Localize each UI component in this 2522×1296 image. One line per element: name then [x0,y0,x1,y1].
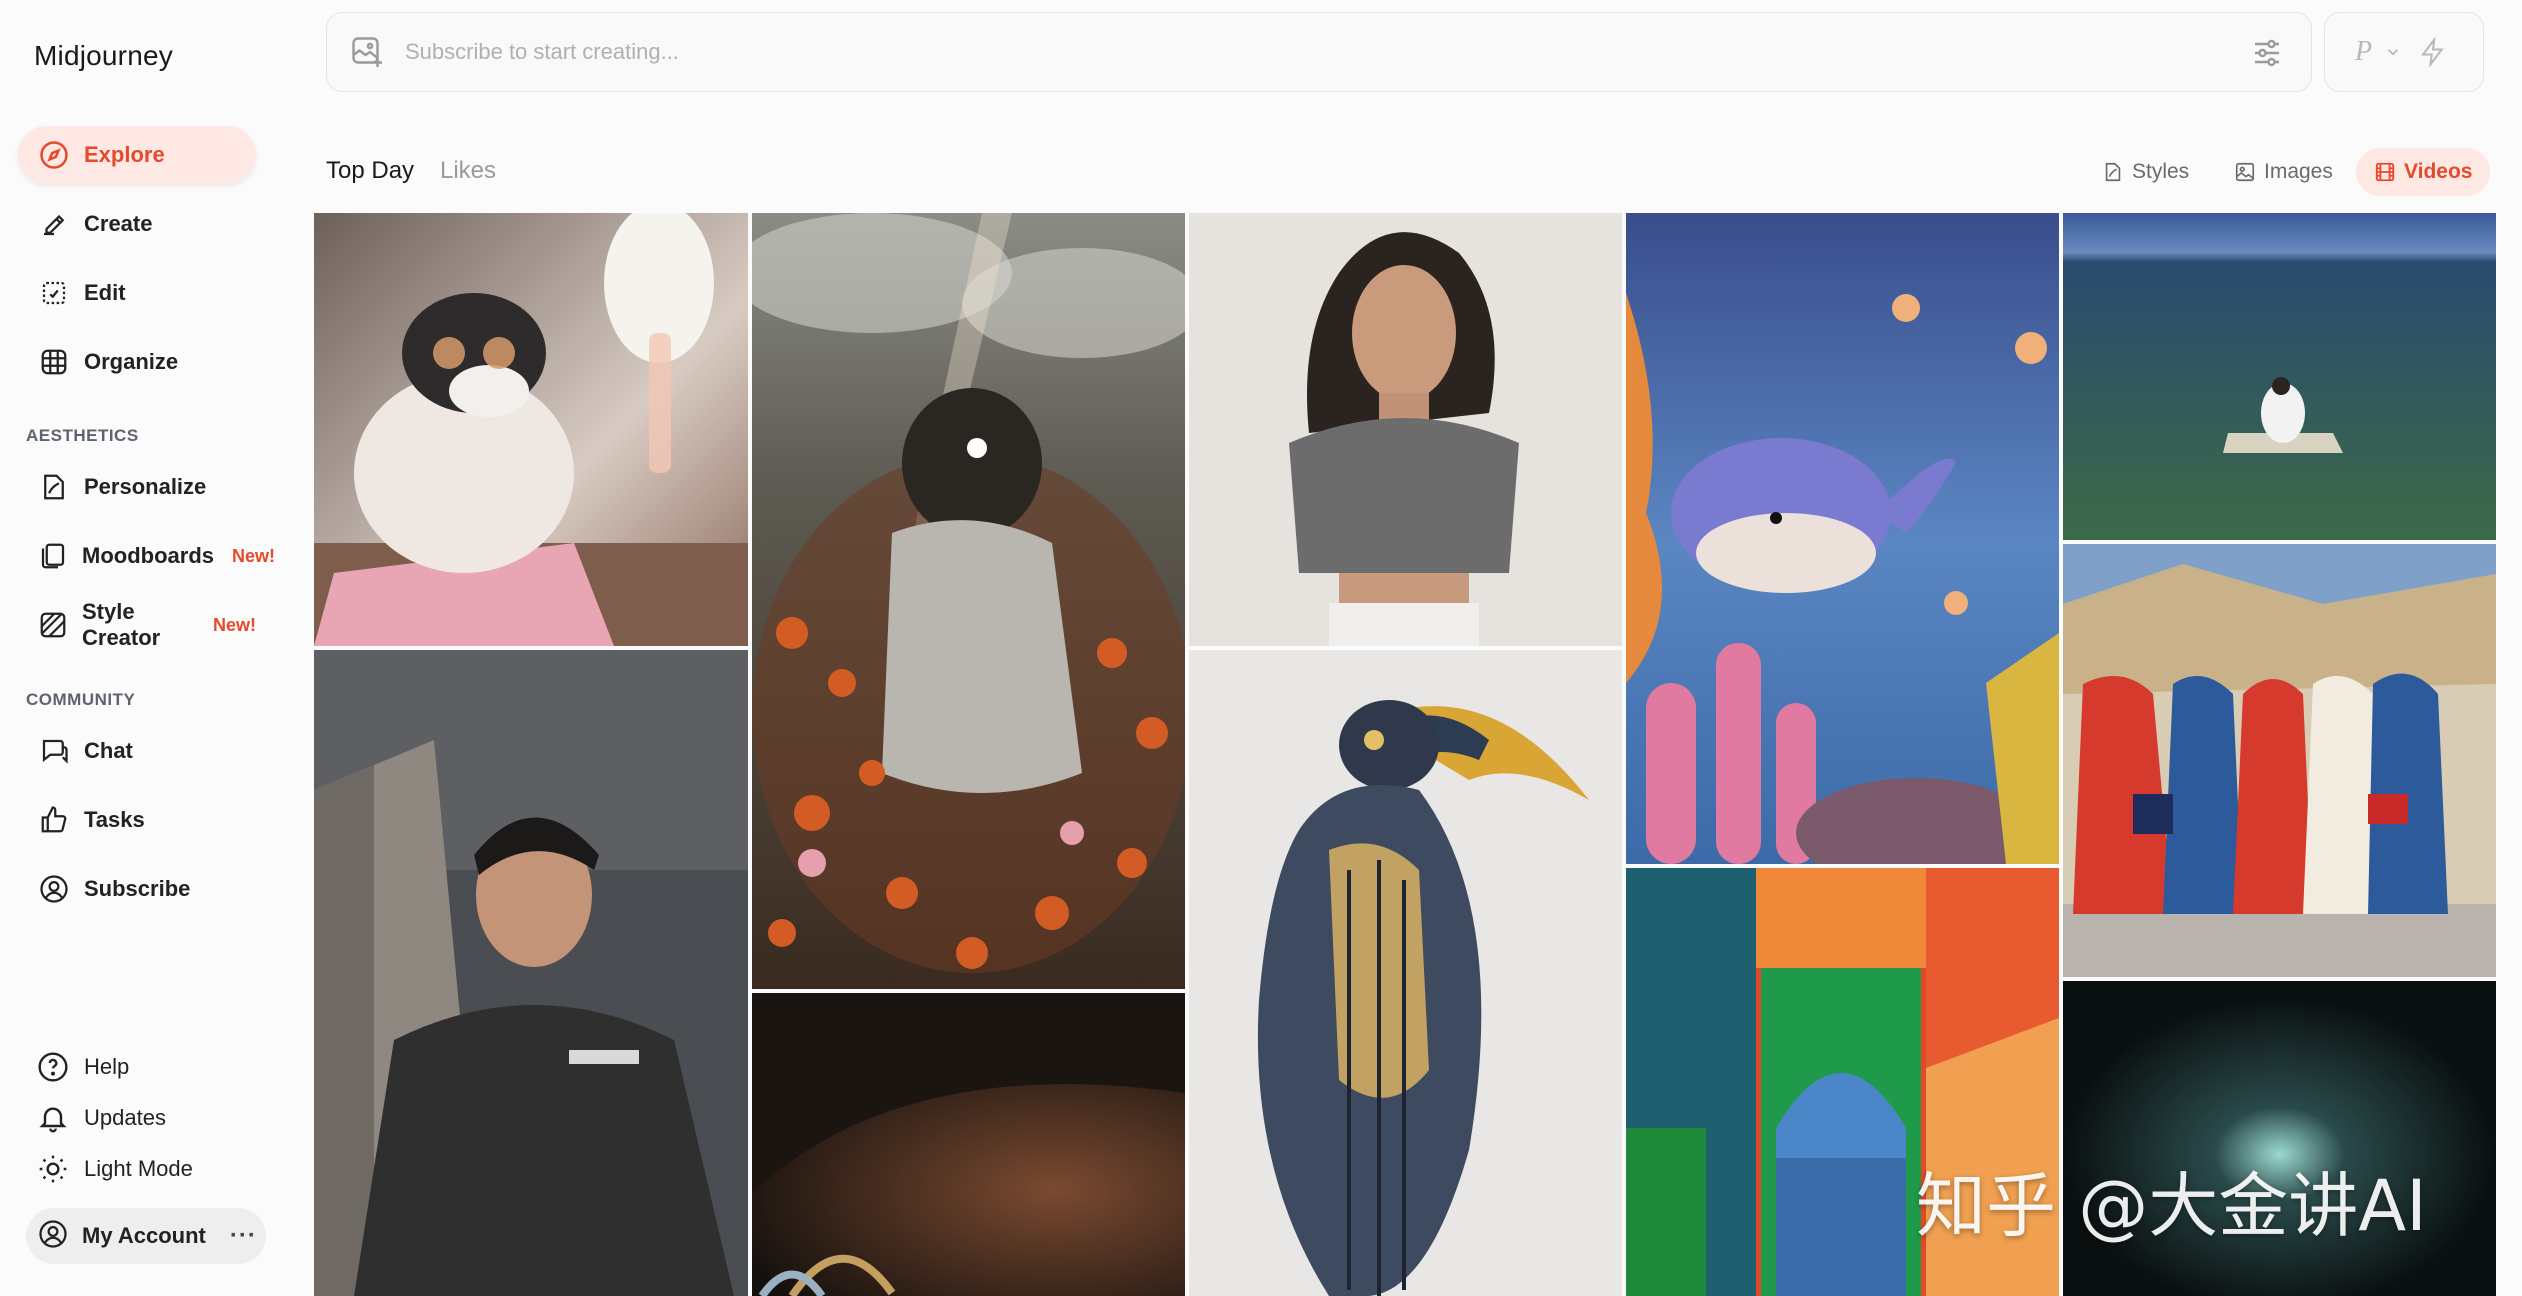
new-badge: New! [212,614,256,635]
gallery-item-women-walking[interactable] [2063,544,2496,977]
user-circle-icon [38,1219,68,1254]
gallery-item-astronaut[interactable] [752,213,1185,989]
gallery-item-woman[interactable] [1189,213,1622,646]
thumbs-up-icon [38,804,70,836]
chevron-down-icon [2387,49,2399,56]
toucan-forest-image [1189,650,1622,1296]
sun-icon [36,1152,70,1186]
hand-rings-image [752,993,1185,1296]
nav-tasks[interactable]: Tasks [18,791,256,849]
nav-label: Create [84,211,153,236]
help-label: Help [84,1054,130,1079]
tab-top-day[interactable]: Top Day [326,157,414,185]
settings-sliders-icon[interactable] [2249,35,2285,71]
style-creator-icon [38,609,68,641]
image-icon [2235,162,2255,182]
nav-label: Moodboards [82,543,214,568]
chat-icon [38,735,70,767]
nav-edit[interactable]: Edit [18,264,256,322]
nav-personalize[interactable]: Personalize [18,458,256,516]
user-circle-icon [38,873,70,905]
brand-logo[interactable]: Midjourney [34,40,173,72]
edit-icon [38,277,70,309]
nav-label: Chat [84,738,133,763]
lightning-icon[interactable] [2418,37,2448,67]
nav-subscribe[interactable]: Subscribe [18,860,256,918]
women-walking-street-image [2063,544,2496,977]
prompt-bar [326,12,2312,92]
gallery-item-whale[interactable] [1626,213,2059,864]
nav-help[interactable]: Help [36,1047,129,1087]
nav-style-creator[interactable]: Style Creator New! [18,596,256,654]
filter-videos[interactable]: Videos [2356,148,2491,196]
filter-label: Images [2264,160,2333,183]
mode-selector[interactable]: P [2324,12,2484,92]
nav-light-mode[interactable]: Light Mode [36,1149,193,1189]
film-icon [2375,162,2395,182]
gallery-item-toucan[interactable] [1189,650,1622,1296]
prompt-input[interactable] [405,39,2105,65]
woman-portrait-image [1189,213,1622,646]
gallery-item-ocean[interactable] [2063,213,2496,540]
filter-styles[interactable]: Styles [2084,148,2207,196]
my-account-button[interactable]: My Account ··· [26,1208,266,1264]
man-hoodie-image [314,650,748,1296]
account-label: My Account [82,1223,206,1248]
astronaut-in-flowers-image [752,213,1185,989]
nav-label: Edit [84,280,126,305]
styles-icon [2105,162,2121,182]
watermark-text: 知乎 @大金讲AI [1916,1165,2427,1247]
nav-chat[interactable]: Chat [18,722,256,780]
add-image-icon[interactable] [349,34,385,70]
light-mode-label: Light Mode [84,1156,193,1181]
gallery-item-man-hoodie[interactable] [314,650,748,1296]
compass-icon [38,139,70,171]
nav-organize[interactable]: Organize [18,333,256,391]
moodboard-icon [38,540,68,572]
cat-on-airplane-image [314,213,748,646]
nav-label: Subscribe [84,876,191,901]
bell-icon [36,1101,70,1135]
nav-label: Personalize [84,474,207,499]
gallery-item-hand-rings[interactable] [752,993,1185,1296]
updates-label: Updates [84,1105,166,1130]
nav-label: Organize [84,349,179,374]
nav-label: Style Creator [82,599,161,650]
nav-updates[interactable]: Updates [36,1098,166,1138]
gallery-item-cat[interactable] [314,213,748,646]
personalize-icon [38,471,70,503]
ocean-raft-image [2063,213,2496,540]
personalize-mode-label: P [2355,36,2373,67]
filter-label: Styles [2132,160,2190,183]
brush-icon [38,208,70,240]
sidebar: Midjourney Explore Create Edit Organize … [0,0,300,1296]
new-badge: New! [232,545,276,566]
nav-moodboards[interactable]: Moodboards New! [18,527,275,585]
nav-explore[interactable]: Explore [18,126,256,184]
section-community: COMMUNITY [26,690,136,709]
section-aesthetics: AESTHETICS [26,426,139,445]
felt-whale-image [1626,213,2059,864]
filter-images[interactable]: Images [2216,148,2351,196]
nav-create[interactable]: Create [18,195,256,253]
tab-likes[interactable]: Likes [440,157,496,185]
help-icon [36,1050,70,1084]
nav-label: Explore [84,142,165,167]
nav-label: Tasks [84,807,145,832]
filter-label: Videos [2404,160,2473,183]
more-options-icon[interactable]: ··· [230,1222,257,1250]
grid-icon [38,346,70,378]
